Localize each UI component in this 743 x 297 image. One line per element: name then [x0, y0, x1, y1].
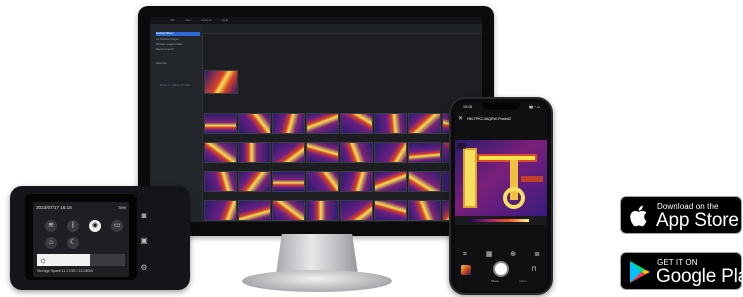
- palette-gradient: [469, 219, 529, 222]
- menu-item-analyze[interactable]: Analyze: [201, 17, 212, 24]
- monitor-stand-base: [242, 270, 392, 292]
- app-menu-bar: File View Analyze Help: [170, 17, 228, 24]
- thumbnail[interactable]: [204, 142, 237, 163]
- thumbnail[interactable]: [340, 113, 373, 134]
- menu-item-help[interactable]: Help: [222, 17, 228, 24]
- gallery-thumbnail[interactable]: [461, 265, 471, 275]
- thumbnail[interactable]: [408, 171, 441, 192]
- google-play-icon: [630, 261, 650, 283]
- thumbnail-grid: [202, 33, 482, 222]
- thumbnail[interactable]: [306, 171, 339, 192]
- wifi-icon[interactable]: ≋: [45, 220, 57, 232]
- thumbnail[interactable]: [408, 113, 441, 134]
- sidebar-item[interactable]: H1 Pocket2 Images: [156, 38, 200, 42]
- thumbnail[interactable]: [238, 142, 271, 163]
- thumbnail[interactable]: [408, 200, 441, 221]
- photo-mode-label[interactable]: Photo: [491, 279, 499, 283]
- phone-screen: 19:16 ▮▮ ◔ ▭ ✕ HM-TPK2-3AQEW-Pocket2 ⌗ ▦…: [455, 103, 547, 290]
- screen-icon[interactable]: ▭: [111, 220, 123, 232]
- palette-icon[interactable]: ▦: [483, 249, 495, 261]
- thumbnail[interactable]: [204, 171, 237, 192]
- thumbnail[interactable]: [204, 113, 237, 134]
- settings-icon[interactable]: ⚙: [139, 263, 149, 273]
- thumbnail[interactable]: [374, 200, 407, 221]
- sidebar-item[interactable]: Pocket2 Images Folder: [156, 43, 200, 47]
- bluetooth-icon[interactable]: ᛒ: [67, 220, 79, 232]
- thumbnail[interactable]: [272, 200, 305, 221]
- camera-screen: 2023/07/17 16:16 78% ≋ ᛒ ◉ ▭ ⌂ ☾ ☼ Stora…: [33, 202, 129, 277]
- app-store-big-text: App Store: [656, 210, 739, 231]
- thumbnail[interactable]: [238, 113, 271, 134]
- apple-icon: [630, 205, 647, 227]
- camera-icon[interactable]: ◙: [139, 211, 149, 221]
- home-icon[interactable]: ⌂: [45, 237, 57, 249]
- phone-status-icons: ▮▮ ◔ ▭: [529, 105, 540, 109]
- camera-battery: 78%: [117, 205, 126, 210]
- sidebar-item[interactable]: Recent Imports: [156, 48, 200, 52]
- phone-clock: 19:16: [463, 105, 472, 109]
- storage-info: Storage Space:11.17GB / 15.28GB: [37, 269, 93, 273]
- close-icon[interactable]: ✕: [458, 114, 463, 124]
- monitor-screen: File View Analyze Help Pocket2 Album H1 …: [150, 17, 482, 222]
- thumbnail[interactable]: [374, 142, 407, 163]
- thermal-live-view: [455, 140, 547, 216]
- thumbnail[interactable]: [306, 200, 339, 221]
- thumbnail[interactable]: [306, 142, 339, 163]
- app-store-badge[interactable]: Download on the App Store: [620, 196, 742, 234]
- video-mode-label[interactable]: Video: [519, 279, 527, 283]
- thumbnail[interactable]: [408, 142, 441, 163]
- thermal-image: [455, 140, 547, 216]
- google-play-badge[interactable]: GET IT ON Google Play: [620, 252, 743, 290]
- sidebar-item[interactable]: Favorites: [156, 62, 200, 66]
- thumbnail[interactable]: [238, 171, 271, 192]
- thumbnail[interactable]: [306, 113, 339, 134]
- menu-item-file[interactable]: File: [170, 17, 175, 24]
- app-titlebar: File View Analyze Help: [150, 17, 482, 24]
- thumbnail[interactable]: [340, 200, 373, 221]
- phone-app-title: HM-TPK2-3AQEW-Pocket2: [467, 117, 512, 121]
- lock-icon[interactable]: ⊓: [529, 265, 539, 275]
- moon-icon[interactable]: ☾: [67, 237, 79, 249]
- thumbnail[interactable]: [204, 200, 237, 221]
- layers-icon[interactable]: ≣: [531, 249, 543, 261]
- temperature-scale-bar: [455, 216, 547, 225]
- camera-date: 2023/07/17 16:16: [36, 205, 72, 210]
- sun-icon: ☼: [39, 255, 48, 265]
- brightness-slider[interactable]: ☼: [37, 254, 125, 266]
- crop-icon[interactable]: ⌗: [459, 249, 471, 261]
- thumbnail-featured[interactable]: [204, 70, 238, 94]
- phone-notch: [482, 103, 520, 110]
- thumbnail[interactable]: [272, 142, 305, 163]
- thumbnail[interactable]: [340, 171, 373, 192]
- shutter-button[interactable]: [493, 261, 509, 277]
- thumbnail[interactable]: [374, 113, 407, 134]
- thumbnail[interactable]: [374, 171, 407, 192]
- sidebar-item-album[interactable]: Pocket2 Album: [156, 32, 200, 36]
- thumbnail[interactable]: [340, 142, 373, 163]
- menu-item-view[interactable]: View: [185, 17, 191, 24]
- google-play-big-text: Google Play: [656, 266, 743, 287]
- sidebar-footer: Photo: 1 / Videos: 0 / Files: [160, 84, 191, 87]
- thumbnail[interactable]: [238, 200, 271, 221]
- thumbnail[interactable]: [272, 113, 305, 134]
- thumbnail[interactable]: [272, 171, 305, 192]
- target-icon[interactable]: ⊕: [507, 249, 519, 261]
- gallery-icon[interactable]: ▣: [139, 236, 149, 246]
- hotspot-icon[interactable]: ◉: [89, 220, 101, 232]
